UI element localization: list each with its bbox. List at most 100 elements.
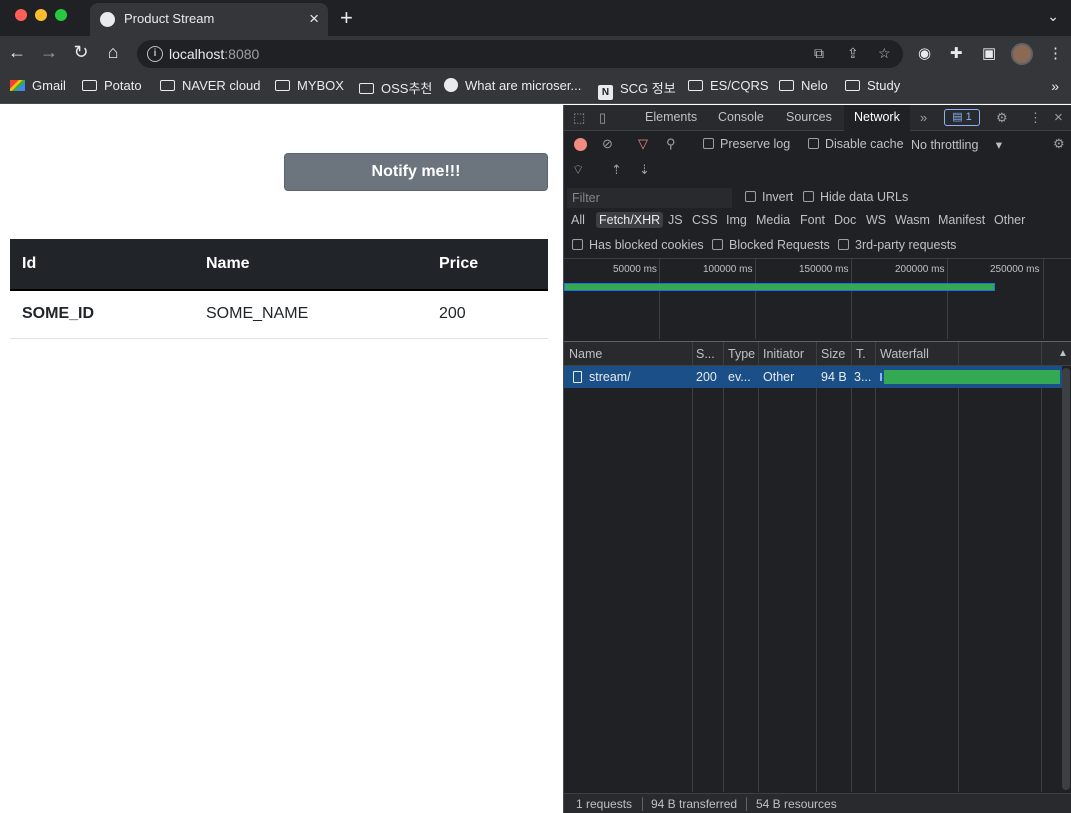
bookmark-folder-nelo[interactable]: Nelo — [779, 78, 828, 93]
column-header-time[interactable]: T. — [852, 342, 876, 366]
bookmark-folder-es-cqrs[interactable]: ES/CQRS — [688, 78, 769, 93]
network-settings-gear-icon[interactable]: ⚙ — [1053, 136, 1065, 152]
share-icon[interactable]: ⇪ — [847, 45, 859, 62]
preserve-log-checkbox[interactable]: Preserve log — [703, 137, 790, 151]
tab-elements[interactable]: Elements — [645, 110, 697, 124]
column-header-status[interactable]: S... — [692, 342, 723, 366]
export-har-icon[interactable]: ⇣ — [639, 162, 650, 178]
messages-badge[interactable]: ▤ 1 — [944, 109, 980, 126]
column-header-type[interactable]: Type — [724, 342, 758, 366]
document-icon — [573, 371, 582, 383]
folder-icon — [160, 80, 175, 91]
site-info-icon[interactable]: i — [147, 46, 163, 62]
close-devtools-icon[interactable]: × — [1054, 109, 1063, 126]
more-tabs-icon[interactable]: » — [920, 110, 927, 125]
bookmark-folder-naver-cloud[interactable]: NAVER cloud — [160, 78, 261, 93]
puzzle-extensions-icon[interactable]: ✚ — [950, 44, 963, 62]
notify-button[interactable]: Notify me!!! — [284, 153, 548, 191]
has-blocked-cookies-checkbox[interactable]: Has blocked cookies — [572, 238, 704, 252]
hide-data-urls-checkbox[interactable]: Hide data URLs — [803, 190, 908, 204]
home-button[interactable]: ⌂ — [102, 42, 124, 63]
type-filter-img[interactable]: Img — [726, 213, 747, 227]
column-header-initiator[interactable]: Initiator — [759, 342, 816, 366]
third-party-requests-checkbox[interactable]: 3rd-party requests — [838, 238, 956, 252]
bookmark-scg[interactable]: N SCG 정보 — [598, 78, 676, 100]
table-row[interactable]: stream/ 200 ev... Other 94 B 3... — [564, 366, 1062, 388]
checkbox-icon — [745, 191, 756, 202]
close-tab-icon[interactable]: × — [309, 9, 319, 29]
new-tab-button[interactable]: + — [340, 5, 353, 31]
inspect-element-icon[interactable]: ⬚ — [573, 110, 585, 126]
column-header-waterfall[interactable]: Waterfall — [876, 342, 1026, 366]
type-filter-wasm[interactable]: Wasm — [895, 213, 930, 227]
tab-network[interactable]: Network — [844, 105, 910, 131]
bookmark-star-icon[interactable]: ☆ — [878, 45, 891, 62]
devtools-panel: ⬚ ▯ Elements Console Sources Network » ▤… — [563, 105, 1071, 813]
clear-icon[interactable]: ⊘ — [602, 136, 613, 152]
invert-checkbox[interactable]: Invert — [745, 190, 793, 204]
record-button[interactable] — [574, 138, 587, 151]
throttling-select[interactable]: No throttling ▾ — [911, 137, 1002, 152]
network-conditions-icon[interactable]: ⌔ — [572, 162, 584, 178]
sort-ascending-icon[interactable]: ▲ — [1054, 342, 1070, 366]
more-bookmarks-button[interactable]: » — [1051, 78, 1059, 94]
translate-icon[interactable]: ⧉ — [814, 45, 824, 62]
back-button[interactable]: ← — [6, 42, 28, 63]
folder-icon — [779, 80, 794, 91]
reload-button[interactable]: ↻ — [70, 42, 92, 63]
tick-line — [947, 259, 948, 339]
disable-cache-checkbox[interactable]: Disable cache — [808, 137, 904, 151]
table-header-row: Id Name Price — [10, 239, 548, 291]
bookmark-folder-oss[interactable]: OSS추천 — [359, 78, 432, 97]
request-name[interactable]: stream/ — [573, 370, 691, 384]
browser-tab-active[interactable]: Product Stream × — [90, 3, 328, 36]
checkbox-icon — [703, 138, 714, 149]
address-bar[interactable]: i localhost:8080 ⧉ ⇪ ☆ — [137, 40, 903, 68]
tab-sources[interactable]: Sources — [786, 110, 832, 124]
cell-id: SOME_ID — [10, 290, 194, 339]
side-panel-icon[interactable]: ▣ — [982, 44, 996, 62]
maximize-window-button[interactable] — [55, 9, 67, 21]
blocked-requests-checkbox[interactable]: Blocked Requests — [712, 238, 830, 252]
waterfall-start-marker — [880, 373, 882, 381]
bookmark-folder-mybox[interactable]: MYBOX — [275, 78, 344, 93]
kebab-menu-icon[interactable]: ⋮ — [1048, 44, 1063, 62]
minimize-window-button[interactable] — [35, 9, 47, 21]
import-har-icon[interactable]: ⇡ — [611, 162, 622, 178]
bookmark-gmail[interactable]: Gmail — [10, 78, 66, 93]
customize-kebab-icon[interactable]: ⋮ — [1029, 110, 1042, 126]
device-toolbar-icon[interactable]: ▯ — [599, 110, 606, 126]
type-filter-js[interactable]: JS — [668, 213, 683, 227]
filter-input[interactable]: Filter — [567, 188, 732, 208]
request-list-scrollbar[interactable] — [1062, 368, 1070, 790]
devtools-tab-bar: ⬚ ▯ Elements Console Sources Network » ▤… — [564, 105, 1071, 131]
bookmark-microservices[interactable]: What are microser... — [444, 78, 581, 93]
bookmark-folder-potato[interactable]: Potato — [82, 78, 142, 93]
url-text[interactable]: localhost:8080 — [169, 46, 259, 62]
profile-avatar[interactable] — [1011, 43, 1033, 65]
search-icon[interactable]: ⚲ — [666, 136, 676, 152]
type-filter-fetch-xhr[interactable]: Fetch/XHR — [596, 212, 664, 228]
column-header-size[interactable]: Size — [817, 342, 851, 366]
type-filter-css[interactable]: CSS — [692, 213, 718, 227]
type-filter-media[interactable]: Media — [756, 213, 790, 227]
tick-line — [1043, 259, 1044, 339]
column-header-name[interactable]: Name — [565, 342, 691, 366]
tab-console[interactable]: Console — [718, 110, 764, 124]
forward-button[interactable]: → — [38, 42, 60, 63]
column-divider — [723, 342, 724, 792]
bookmark-folder-study[interactable]: Study — [845, 78, 900, 93]
tab-search-chevron-icon[interactable]: ⌄ — [1047, 8, 1059, 25]
network-overview-timeline[interactable]: 50000 ms 100000 ms 150000 ms 200000 ms 2… — [564, 258, 1071, 342]
type-filter-manifest[interactable]: Manifest — [938, 213, 985, 227]
type-filter-all[interactable]: All — [571, 213, 585, 227]
settings-gear-icon[interactable]: ⚙ — [996, 110, 1008, 126]
filter-icon[interactable]: ▽ — [638, 136, 648, 152]
extension-icon[interactable]: ◉ — [918, 44, 931, 62]
type-filter-font[interactable]: Font — [800, 213, 825, 227]
type-filter-other[interactable]: Other — [994, 213, 1025, 227]
type-filter-doc[interactable]: Doc — [834, 213, 856, 227]
close-window-button[interactable] — [15, 9, 27, 21]
type-filter-ws[interactable]: WS — [866, 213, 886, 227]
column-divider — [816, 342, 817, 792]
